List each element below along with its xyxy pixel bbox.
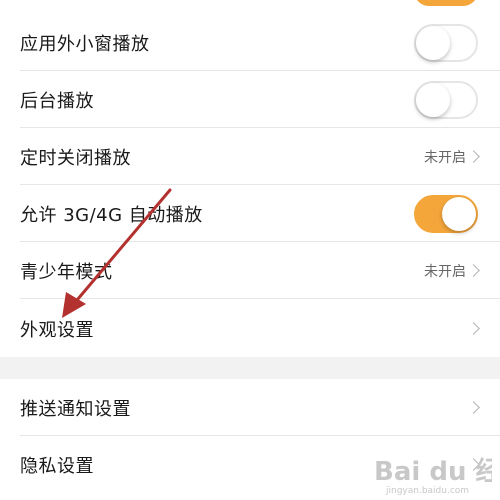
row-value: 未开启	[424, 263, 466, 280]
watermark-text: Bai du 经验	[374, 456, 492, 487]
row-timed-close-playback[interactable]: 定时关闭播放 未开启	[0, 128, 500, 185]
row-mobile-data-autoplay[interactable]: 允许 3G/4G 自动播放	[0, 185, 500, 242]
row-label: 允许 3G/4G 自动播放	[20, 204, 203, 226]
row-label: 青少年模式	[20, 261, 113, 283]
divider	[20, 298, 500, 299]
row-appearance-settings[interactable]: 外观设置	[0, 300, 500, 357]
row-label: 隐私设置	[20, 455, 94, 477]
row-background-playback[interactable]: 后台播放	[0, 71, 500, 128]
toggle-switch[interactable]	[414, 23, 478, 62]
chevron-right-icon	[467, 322, 480, 335]
row-value: 未开启	[424, 149, 466, 166]
baidu-jingyan-watermark: Bai du 经验 jingyan.baidu.com	[374, 456, 492, 496]
toggle-knob	[416, 82, 450, 117]
row-label: 推送通知设置	[20, 398, 131, 420]
row-floating-window-playback[interactable]: 应用外小窗播放	[0, 14, 500, 71]
watermark-sub: jingyan.baidu.com	[385, 486, 469, 496]
toggle-switch[interactable]	[414, 80, 478, 119]
row-label: 外观设置	[20, 319, 94, 341]
row-label: 定时关闭播放	[20, 147, 131, 169]
toggle-switch-previous[interactable]	[414, 0, 478, 6]
toggle-knob	[442, 196, 476, 231]
section-gap	[0, 357, 500, 379]
row-push-notification-settings[interactable]: 推送通知设置	[0, 379, 500, 436]
chevron-right-icon	[467, 264, 480, 277]
row-label: 后台播放	[20, 90, 94, 112]
chevron-right-icon	[467, 401, 480, 414]
row-label: 应用外小窗播放	[20, 33, 150, 55]
chevron-right-icon	[467, 150, 480, 163]
toggle-knob	[416, 25, 450, 60]
toggle-switch[interactable]	[414, 194, 478, 233]
row-teen-mode[interactable]: 青少年模式 未开启	[0, 242, 500, 299]
